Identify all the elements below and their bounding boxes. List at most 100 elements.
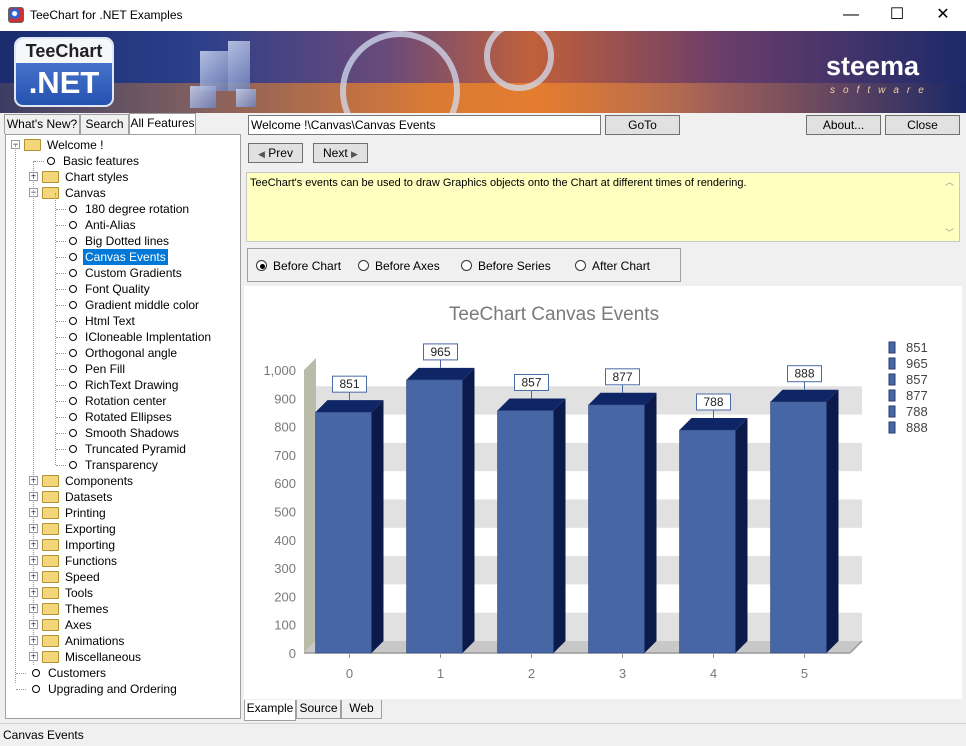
path-input[interactable]: Welcome !\Canvas\Canvas Events	[248, 115, 601, 135]
bar-value-label: 965	[430, 345, 450, 359]
tree-item-label: Exporting	[65, 522, 116, 536]
tree-item[interactable]: Gradient middle color	[6, 297, 240, 313]
tree-item[interactable]: Basic features	[6, 153, 240, 169]
close-button[interactable]: Close	[885, 115, 960, 135]
next-button[interactable]: Next ▶	[313, 143, 368, 163]
header-banner: TeeChart .NET steema software	[0, 31, 966, 113]
tab-example[interactable]: Example	[244, 700, 296, 721]
legend-label: 851	[906, 340, 928, 355]
tree-item[interactable]: Rotation center	[6, 393, 240, 409]
tab-all-features[interactable]: All Features	[129, 113, 196, 135]
y-tick-label: 600	[274, 476, 296, 491]
tab-source[interactable]: Source	[296, 700, 341, 719]
folder-icon	[42, 171, 59, 183]
tree-item[interactable]: − Canvas	[6, 185, 240, 201]
tree-item[interactable]: Smooth Shadows	[6, 425, 240, 441]
bar	[770, 401, 827, 654]
tree-item[interactable]: + Themes	[6, 601, 240, 617]
steema-logo-sub: software	[830, 85, 932, 96]
tree-item[interactable]: Anti-Alias	[6, 217, 240, 233]
y-tick-label: 1,000	[263, 363, 296, 378]
tab-whats-new[interactable]: What's New?	[4, 114, 80, 134]
legend-label: 888	[906, 420, 928, 435]
folder-icon	[42, 571, 59, 583]
scroll-down-icon[interactable]: ﹀	[945, 226, 954, 239]
tree-item[interactable]: Html Text	[6, 313, 240, 329]
tree-item[interactable]: + Datasets	[6, 489, 240, 505]
tree-item-label: RichText Drawing	[85, 378, 179, 392]
y-tick-label: 0	[289, 646, 296, 661]
prev-button[interactable]: ◀ Prev	[248, 143, 303, 163]
tree-item[interactable]: + Speed	[6, 569, 240, 585]
tree-item[interactable]: Orthogonal angle	[6, 345, 240, 361]
tree-item[interactable]: Rotated Ellipses	[6, 409, 240, 425]
goto-button[interactable]: GoTo	[605, 115, 680, 135]
tree-item[interactable]: Upgrading and Ordering	[6, 681, 240, 697]
tree-item[interactable]: Truncated Pyramid	[6, 441, 240, 457]
tree-item[interactable]: + Animations	[6, 633, 240, 649]
chart-panel[interactable]: TeeChart Canvas Events 0 100 200 300 400 500 60…	[244, 286, 962, 699]
tree-item-label: Datasets	[65, 490, 113, 504]
tree-item-label: 180 degree rotation	[85, 202, 190, 216]
scroll-up-icon[interactable]: ︿	[945, 175, 954, 188]
tree-item[interactable]: 180 degree rotation	[6, 201, 240, 217]
tree-item[interactable]: + Importing	[6, 537, 240, 553]
tree-item[interactable]: + Components	[6, 473, 240, 489]
tree-item[interactable]: + Functions	[6, 553, 240, 569]
leaf-bullet-icon	[32, 669, 40, 677]
description-box[interactable]: TeeChart's events can be used to draw Gr…	[246, 172, 960, 242]
tab-search[interactable]: Search	[80, 114, 129, 134]
bar-chart[interactable]: TeeChart Canvas Events 0 100 200 300 400 500 60…	[244, 286, 962, 699]
tree-item-label: Functions	[65, 554, 118, 568]
tree-item[interactable]: Canvas Events	[6, 249, 240, 265]
maximize-button[interactable]: ☐	[874, 0, 920, 31]
tree-item[interactable]: + Exporting	[6, 521, 240, 537]
bar-value-label: 877	[612, 370, 632, 384]
minimize-button[interactable]: —	[828, 0, 874, 31]
folder-icon	[42, 619, 59, 631]
tree-item[interactable]: + Chart styles	[6, 169, 240, 185]
tree-item[interactable]: ICloneable Implentation	[6, 329, 240, 345]
leaf-bullet-icon	[69, 285, 77, 293]
tree-item[interactable]: Customers	[6, 665, 240, 681]
tree-item[interactable]: + Miscellaneous	[6, 649, 240, 665]
tree-item-label: Smooth Shadows	[85, 426, 180, 440]
y-tick-label: 800	[274, 420, 296, 435]
tab-web[interactable]: Web	[341, 700, 382, 719]
y-tick-label: 400	[274, 533, 296, 548]
tree-item-label: Pen Fill	[85, 362, 126, 376]
tree-item[interactable]: Custom Gradients	[6, 265, 240, 281]
y-tick-label: 100	[274, 618, 296, 633]
tree-item-label: Font Quality	[85, 282, 150, 296]
about-button[interactable]: About...	[806, 115, 881, 135]
description-scrollbar[interactable]: ︿ ﹀	[942, 173, 959, 241]
leaf-bullet-icon	[32, 685, 40, 693]
leaf-bullet-icon	[69, 221, 77, 229]
tree-item-label: Canvas Events	[83, 249, 168, 265]
bar-value-label: 788	[703, 395, 723, 409]
tree-item[interactable]: + Printing	[6, 505, 240, 521]
bar-top	[406, 367, 475, 380]
features-tree[interactable]: − Welcome ! Basic features + Chart styles − Ca…	[5, 134, 241, 719]
leaf-bullet-icon	[69, 333, 77, 341]
leaf-bullet-icon	[69, 413, 77, 421]
leaf-bullet-icon	[69, 445, 77, 453]
tree-item-label: Components	[65, 474, 134, 488]
y-tick-label: 200	[274, 589, 296, 604]
close-window-button[interactable]: ✕	[920, 0, 966, 31]
tree-item[interactable]: Big Dotted lines	[6, 233, 240, 249]
tree-item[interactable]: RichText Drawing	[6, 377, 240, 393]
tree-item-label: Upgrading and Ordering	[48, 682, 177, 696]
legend-label: 857	[906, 372, 928, 387]
tree-item[interactable]: + Tools	[6, 585, 240, 601]
leaf-bullet-icon	[69, 237, 77, 245]
tree-item[interactable]: Font Quality	[6, 281, 240, 297]
leaf-bullet-icon	[69, 397, 77, 405]
tree-item[interactable]: − Welcome !	[6, 137, 240, 153]
tree-item[interactable]: + Axes	[6, 617, 240, 633]
bar	[679, 429, 736, 654]
tree-item[interactable]: Transparency	[6, 457, 240, 473]
bar	[315, 411, 372, 654]
y-tick-label: 700	[274, 448, 296, 463]
tree-item[interactable]: Pen Fill	[6, 361, 240, 377]
